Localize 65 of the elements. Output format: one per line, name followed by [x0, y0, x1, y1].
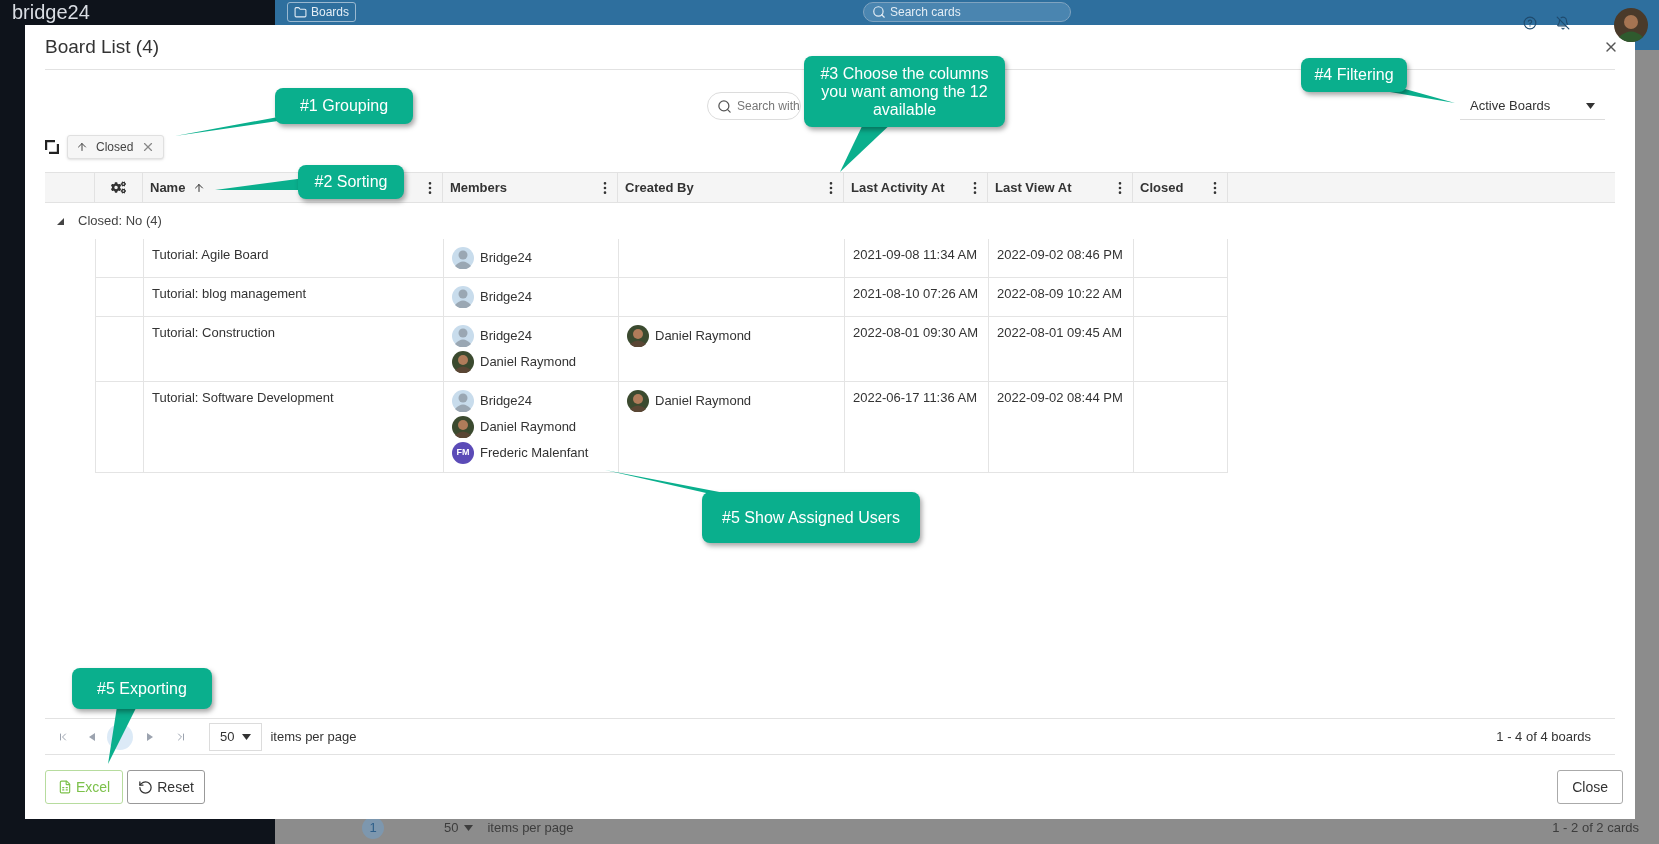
board-name: Tutorial: Software Development — [152, 390, 334, 405]
date-time: 2022-08-01 09:45 AM — [997, 325, 1123, 340]
group-icon — [45, 140, 59, 154]
filter-dropdown[interactable]: Active Boards — [1460, 92, 1605, 120]
board-name: Tutorial: Agile Board — [152, 247, 269, 262]
callout-tooltip: #1 Grouping — [275, 88, 413, 124]
date-time: 2022-09-02 08:44 PM — [997, 390, 1123, 405]
column-header[interactable]: Created By — [618, 173, 844, 202]
user-avatar-icon — [452, 390, 474, 412]
column-settings-icon[interactable] — [111, 180, 126, 195]
reset-button[interactable]: Reset — [127, 770, 205, 804]
user-avatar-icon — [452, 351, 474, 373]
user-name: Daniel Raymond — [480, 418, 577, 437]
user-avatar-icon — [452, 286, 474, 308]
user-avatar-icon — [452, 247, 474, 269]
date-time: 2021-08-10 07:26 AM — [853, 286, 979, 301]
close-button[interactable]: Close — [1557, 770, 1623, 804]
initials-avatar: FM — [452, 442, 474, 464]
user-avatar-icon — [627, 390, 649, 412]
items-per-page-label: items per page — [487, 818, 574, 837]
search-icon — [717, 98, 732, 114]
date-time: 2022-09-02 08:46 PM — [997, 247, 1123, 262]
group-chip[interactable]: Closed — [67, 135, 165, 159]
date-time: 2022-08-01 09:30 AM — [853, 325, 979, 340]
user-name: Bridge24 — [480, 327, 533, 346]
user-name: Bridge24 — [480, 392, 533, 411]
spreadsheet-icon — [58, 780, 72, 794]
user-avatar-icon[interactable] — [1614, 8, 1648, 42]
user-name: Daniel Raymond — [655, 327, 752, 346]
user-name: Daniel Raymond — [480, 353, 577, 372]
date-time: 2022-08-09 10:22 AM — [997, 286, 1123, 301]
folder-icon — [294, 5, 307, 19]
callout-tooltip: #2 Sorting — [298, 165, 404, 199]
search-icon — [872, 5, 886, 19]
column-header[interactable]: Last View At — [988, 173, 1133, 202]
collapse-icon[interactable] — [57, 217, 64, 225]
column-header[interactable]: Last Activity At — [844, 173, 988, 202]
items-per-page-label: items per page — [270, 727, 357, 746]
date-time: 2022-06-17 11:36 AM — [853, 390, 978, 405]
reset-icon — [138, 779, 154, 795]
sort-ascending-icon — [76, 141, 88, 153]
notifications-off-icon[interactable] — [1556, 16, 1570, 30]
user-name: Frederic Malenfant — [480, 444, 589, 463]
user-name: Bridge24 — [480, 249, 533, 268]
pager-summary: 1 - 2 of 2 cards — [1552, 818, 1639, 837]
user-avatar-icon — [452, 325, 474, 347]
group-label: Closed: No (4) — [78, 212, 162, 231]
date-time: 2021-09-08 11:34 AM — [853, 247, 978, 262]
help-icon[interactable] — [1523, 16, 1537, 30]
dialog-title: Board List (4) — [45, 34, 160, 59]
user-name: Bridge24 — [480, 288, 533, 307]
column-header[interactable]: Closed — [1133, 173, 1228, 202]
board-name: Tutorial: Construction — [152, 325, 276, 340]
pager-summary: 1 - 4 of 4 boards — [1496, 727, 1591, 746]
user-avatar-icon — [452, 416, 474, 438]
column-header[interactable]: Members — [443, 173, 618, 202]
user-avatar-icon — [627, 325, 649, 347]
page-size-select[interactable]: 50 — [209, 722, 263, 751]
user-name: Daniel Raymond — [655, 392, 752, 411]
logo: bridge24 — [12, 1, 90, 23]
caret-icon — [242, 733, 252, 740]
board-name: Tutorial: blog management — [152, 286, 307, 301]
boards-button[interactable]: Boards — [287, 2, 357, 22]
caret-icon — [464, 824, 474, 831]
caret-icon — [1586, 102, 1595, 109]
